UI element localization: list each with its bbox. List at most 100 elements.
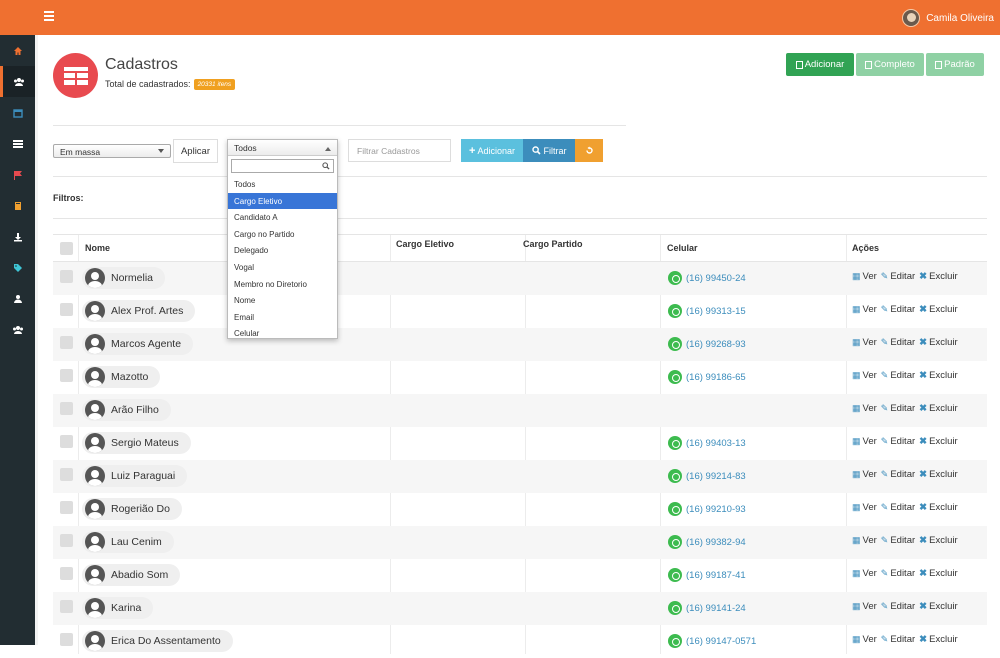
- dropdown-option[interactable]: Cargo no Partido: [228, 226, 337, 243]
- row-checkbox[interactable]: [60, 534, 73, 547]
- delete-button[interactable]: ✖ Excluir: [919, 601, 957, 612]
- apply-button[interactable]: Aplicar: [173, 139, 218, 163]
- dropdown-option[interactable]: Celular: [228, 325, 337, 336]
- header-party[interactable]: Cargo Partido: [523, 239, 583, 249]
- contact-name[interactable]: Sergio Mateus: [82, 432, 191, 454]
- row-checkbox[interactable]: [60, 501, 73, 514]
- contact-name[interactable]: Arão Filho: [82, 399, 171, 421]
- edit-button[interactable]: ✎ Editar: [881, 436, 915, 447]
- contact-name[interactable]: Normelia: [82, 267, 166, 289]
- dropdown-option[interactable]: Email: [228, 309, 337, 326]
- view-button[interactable]: ▦ Ver: [852, 436, 877, 447]
- phone-link[interactable]: (16) 99187-41: [668, 568, 746, 582]
- view-button[interactable]: ▦ Ver: [852, 304, 877, 315]
- select-all-checkbox[interactable]: [60, 242, 73, 255]
- phone-link[interactable]: (16) 99186-65: [668, 370, 746, 384]
- row-checkbox[interactable]: [60, 633, 73, 646]
- default-export-button[interactable]: Padrão: [926, 53, 984, 76]
- header-elective[interactable]: Cargo Eletivo: [396, 239, 454, 249]
- dropdown-option[interactable]: Candidato A: [228, 209, 337, 226]
- edit-button[interactable]: ✎ Editar: [881, 370, 915, 381]
- contact-name[interactable]: Lau Cenim: [82, 531, 174, 553]
- phone-link[interactable]: (16) 99214-83: [668, 469, 746, 483]
- phone-link[interactable]: (16) 99450-24: [668, 271, 746, 285]
- delete-button[interactable]: ✖ Excluir: [919, 568, 957, 579]
- phone-link[interactable]: (16) 99382-94: [668, 535, 746, 549]
- contact-name[interactable]: Luiz Paraguai: [82, 465, 188, 487]
- edit-button[interactable]: ✎ Editar: [881, 304, 915, 315]
- flag-icon[interactable]: [0, 159, 35, 190]
- contact-name[interactable]: Erica Do Assentamento: [82, 630, 233, 652]
- menu-toggle-icon[interactable]: [44, 11, 54, 21]
- delete-button[interactable]: ✖ Excluir: [919, 304, 957, 315]
- contact-name[interactable]: Abadio Som: [82, 564, 181, 586]
- delete-button[interactable]: ✖ Excluir: [919, 337, 957, 348]
- header-name[interactable]: Nome: [85, 243, 110, 253]
- tag-icon[interactable]: [0, 252, 35, 283]
- row-checkbox[interactable]: [60, 435, 73, 448]
- phone-link[interactable]: (16) 99210-93: [668, 502, 746, 516]
- edit-button[interactable]: ✎ Editar: [881, 337, 915, 348]
- contact-name[interactable]: Marcos Agente: [82, 333, 194, 355]
- contact-name[interactable]: Rogerião Do: [82, 498, 182, 520]
- delete-button[interactable]: ✖ Excluir: [919, 502, 957, 513]
- delete-button[interactable]: ✖ Excluir: [919, 370, 957, 381]
- edit-button[interactable]: ✎ Editar: [881, 568, 915, 579]
- calendar-icon[interactable]: [0, 97, 35, 128]
- view-button[interactable]: ▦ Ver: [852, 469, 877, 480]
- header-phone[interactable]: Celular: [667, 243, 698, 253]
- dropdown-option[interactable]: Vogal: [228, 259, 337, 276]
- row-checkbox[interactable]: [60, 369, 73, 382]
- contact-name[interactable]: Alex Prof. Artes: [82, 300, 196, 322]
- full-export-button[interactable]: Completo: [856, 53, 924, 76]
- filter-dropdown-selected[interactable]: Todos: [228, 140, 337, 156]
- row-checkbox[interactable]: [60, 336, 73, 349]
- edit-button[interactable]: ✎ Editar: [881, 403, 915, 414]
- delete-button[interactable]: ✖ Excluir: [919, 535, 957, 546]
- add-filter-button[interactable]: + Adicionar: [461, 139, 523, 162]
- filter-dropdown[interactable]: Todos Todos Cargo Eletivo Candidato A Cargo…: [227, 139, 338, 339]
- row-checkbox[interactable]: [60, 303, 73, 316]
- delete-button[interactable]: ✖ Excluir: [919, 436, 957, 447]
- view-button[interactable]: ▦ Ver: [852, 502, 877, 513]
- row-checkbox[interactable]: [60, 567, 73, 580]
- edit-button[interactable]: ✎ Editar: [881, 535, 915, 546]
- phone-link[interactable]: (16) 99268-93: [668, 337, 746, 351]
- user-icon[interactable]: [0, 283, 35, 314]
- row-checkbox[interactable]: [60, 270, 73, 283]
- dropdown-option[interactable]: Nome: [228, 292, 337, 309]
- row-checkbox[interactable]: [60, 600, 73, 613]
- edit-button[interactable]: ✎ Editar: [881, 634, 915, 645]
- view-button[interactable]: ▦ Ver: [852, 271, 877, 282]
- view-button[interactable]: ▦ Ver: [852, 601, 877, 612]
- dropdown-option[interactable]: Membro no Diretorio: [228, 276, 337, 293]
- filter-input[interactable]: Filtrar Cadastros: [348, 139, 451, 162]
- phone-link[interactable]: (16) 99147-0571: [668, 634, 756, 648]
- dropdown-search-input[interactable]: [231, 159, 334, 173]
- group-icon[interactable]: [0, 314, 35, 345]
- view-button[interactable]: ▦ Ver: [852, 337, 877, 348]
- view-button[interactable]: ▦ Ver: [852, 568, 877, 579]
- user-menu[interactable]: Camila Oliveira: [902, 9, 994, 27]
- view-button[interactable]: ▦ Ver: [852, 634, 877, 645]
- row-checkbox[interactable]: [60, 402, 73, 415]
- contact-name[interactable]: Karina: [82, 597, 154, 619]
- edit-button[interactable]: ✎ Editar: [881, 271, 915, 282]
- edit-button[interactable]: ✎ Editar: [881, 601, 915, 612]
- view-button[interactable]: ▦ Ver: [852, 403, 877, 414]
- dropdown-option[interactable]: Cargo Eletivo: [228, 192, 337, 210]
- edit-button[interactable]: ✎ Editar: [881, 469, 915, 480]
- row-checkbox[interactable]: [60, 468, 73, 481]
- list-icon[interactable]: [0, 128, 35, 159]
- edit-button[interactable]: ✎ Editar: [881, 502, 915, 513]
- delete-button[interactable]: ✖ Excluir: [919, 271, 957, 282]
- download-icon[interactable]: [0, 221, 35, 252]
- dropdown-option[interactable]: Todos: [228, 176, 337, 193]
- contact-name[interactable]: Mazotto: [82, 366, 161, 388]
- users-icon[interactable]: [0, 66, 35, 97]
- delete-button[interactable]: ✖ Excluir: [919, 469, 957, 480]
- view-button[interactable]: ▦ Ver: [852, 370, 877, 381]
- reset-button[interactable]: [575, 139, 603, 162]
- dropdown-option[interactable]: Delegado: [228, 242, 337, 259]
- view-button[interactable]: ▦ Ver: [852, 535, 877, 546]
